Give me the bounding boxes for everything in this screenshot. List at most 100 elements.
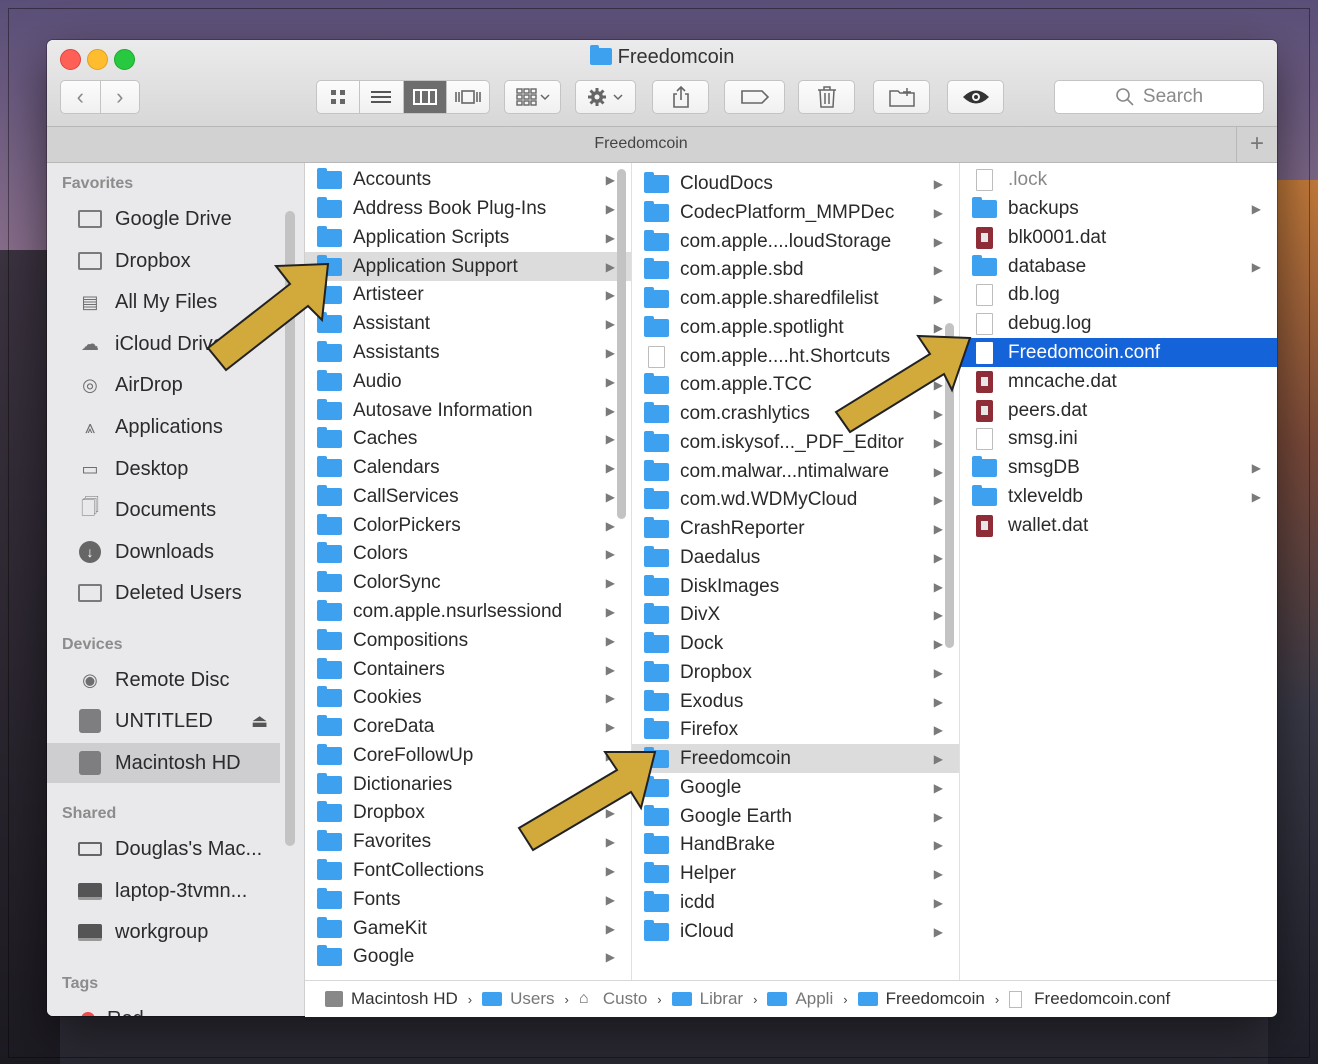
list-item[interactable]: CodecPlatform_MMPDec ▶: [632, 198, 959, 227]
list-item[interactable]: Address Book Plug-Ins ▶: [305, 194, 631, 223]
sidebar-item-laptop-3tvmn[interactable]: laptop-3tvmn...: [47, 871, 280, 911]
tab-freedomcoin[interactable]: Freedomcoin: [47, 135, 1235, 153]
list-item[interactable]: db.log: [960, 280, 1277, 309]
list-item[interactable]: backups ▶: [960, 194, 1277, 223]
list-item[interactable]: com.malwar...ntimalware ▶: [632, 457, 959, 486]
list-item[interactable]: com.wd.WDMyCloud ▶: [632, 485, 959, 514]
list-item[interactable]: iCloud ▶: [632, 917, 959, 946]
path-item-custo[interactable]: Custo: [603, 989, 647, 1009]
list-item[interactable]: mncache.dat: [960, 367, 1277, 396]
list-item-selected[interactable]: Freedomcoin ▶: [632, 744, 959, 773]
sidebar-item-google-drive[interactable]: Google Drive: [47, 199, 280, 239]
sidebar-item-applications[interactable]: ⩓ Applications: [47, 407, 280, 447]
list-item[interactable]: com.apple.sbd ▶: [632, 255, 959, 284]
list-item[interactable]: Cookies ▶: [305, 683, 631, 712]
tags-button[interactable]: [724, 80, 785, 114]
gallery-view-button[interactable]: [447, 81, 489, 113]
new-folder-button[interactable]: [873, 80, 930, 114]
list-item[interactable]: CoreData ▶: [305, 712, 631, 741]
path-item-freedomcoin-conf[interactable]: Freedomcoin.conf: [1034, 989, 1170, 1009]
list-item[interactable]: Daedalus ▶: [632, 543, 959, 572]
list-item[interactable]: FontCollections ▶: [305, 856, 631, 885]
list-item[interactable]: ColorSync ▶: [305, 568, 631, 597]
list-item[interactable]: Calendars ▶: [305, 453, 631, 482]
list-item[interactable]: CloudDocs ▶: [632, 169, 959, 198]
list-item[interactable]: peers.dat: [960, 396, 1277, 425]
new-tab-button[interactable]: +: [1236, 127, 1277, 162]
list-item[interactable]: HandBrake ▶: [632, 830, 959, 859]
list-item[interactable]: Caches ▶: [305, 424, 631, 453]
sidebar-item-tag-red[interactable]: Red: [47, 999, 280, 1016]
path-item-freedomcoin[interactable]: Freedomcoin: [886, 989, 985, 1009]
list-item-selected[interactable]: Freedomcoin.conf: [960, 338, 1277, 367]
icon-view-button[interactable]: [317, 81, 361, 113]
sidebar-item-deleted-users[interactable]: Deleted Users: [47, 573, 280, 613]
eject-icon[interactable]: ⏏: [251, 711, 268, 732]
chevron-right-icon: ▶: [605, 230, 615, 245]
list-item[interactable]: smsg.ini: [960, 424, 1277, 453]
list-item[interactable]: database ▶: [960, 252, 1277, 281]
list-item[interactable]: debug.log: [960, 309, 1277, 338]
sidebar-item-downloads[interactable]: ↓ Downloads: [47, 532, 280, 572]
action-button[interactable]: [575, 80, 636, 114]
list-item[interactable]: Helper ▶: [632, 859, 959, 888]
list-item[interactable]: Assistants ▶: [305, 338, 631, 367]
path-item-macintosh-hd[interactable]: Macintosh HD: [351, 989, 458, 1009]
cover-flow-icon: [455, 90, 481, 104]
forward-button[interactable]: ›: [101, 84, 140, 110]
list-item[interactable]: Exodus ▶: [632, 687, 959, 716]
path-item-application-support[interactable]: Appli: [795, 989, 833, 1009]
list-item[interactable]: Google Earth ▶: [632, 802, 959, 831]
list-item[interactable]: Fonts ▶: [305, 885, 631, 914]
sidebar-item-workgroup[interactable]: workgroup: [47, 912, 280, 952]
list-view-button[interactable]: [360, 81, 404, 113]
share-button[interactable]: [652, 80, 709, 114]
list-item[interactable]: Application Scripts ▶: [305, 223, 631, 252]
list-item[interactable]: Assistant ▶: [305, 309, 631, 338]
list-item[interactable]: ColorPickers ▶: [305, 511, 631, 540]
path-item-library[interactable]: Librar: [700, 989, 743, 1009]
list-item[interactable]: Dropbox ▶: [632, 658, 959, 687]
path-item-users[interactable]: Users: [510, 989, 554, 1009]
list-item[interactable]: Accounts ▶: [305, 165, 631, 194]
sidebar-item-remote-disc[interactable]: ◉ Remote Disc: [47, 660, 280, 700]
list-item[interactable]: com.apple.sharedfilelist ▶: [632, 284, 959, 313]
list-item[interactable]: Artisteer ▶: [305, 280, 631, 309]
column-view-button[interactable]: [403, 81, 447, 113]
list-item[interactable]: blk0001.dat: [960, 223, 1277, 252]
sidebar-item-douglas-mac[interactable]: Douglas's Mac...: [47, 829, 280, 869]
list-item[interactable]: Firefox ▶: [632, 715, 959, 744]
quick-look-button[interactable]: [947, 80, 1004, 114]
document-icon: [1009, 990, 1023, 1008]
list-item[interactable]: wallet.dat: [960, 511, 1277, 540]
arrange-button[interactable]: [504, 80, 561, 114]
delete-button[interactable]: [798, 80, 855, 114]
list-item[interactable]: GameKit ▶: [305, 914, 631, 943]
back-button[interactable]: ‹: [61, 84, 100, 110]
list-item[interactable]: txleveldb ▶: [960, 482, 1277, 511]
list-item[interactable]: Audio ▶: [305, 367, 631, 396]
search-field[interactable]: Search: [1054, 80, 1264, 114]
column-scrollbar[interactable]: [617, 169, 626, 519]
sidebar-item-macintosh-hd[interactable]: Macintosh HD: [47, 743, 280, 783]
list-item[interactable]: CrashReporter ▶: [632, 514, 959, 543]
list-item[interactable]: Autosave Information ▶: [305, 396, 631, 425]
list-item[interactable]: Compositions ▶: [305, 626, 631, 655]
list-item[interactable]: com.apple.nsurlsessiond ▶: [305, 597, 631, 626]
list-item[interactable]: CallServices ▶: [305, 482, 631, 511]
list-item[interactable]: com.apple....loudStorage ▶: [632, 227, 959, 256]
list-item[interactable]: .lock: [960, 165, 1277, 194]
list-item[interactable]: Dock ▶: [632, 629, 959, 658]
sidebar-item-desktop[interactable]: ▭ Desktop: [47, 449, 280, 489]
list-item[interactable]: Google ▶: [305, 942, 631, 971]
sidebar-item-documents[interactable]: 🗍 Documents: [47, 490, 280, 530]
sidebar-item-untitled[interactable]: UNTITLED ⏏: [47, 701, 280, 741]
list-item-selected[interactable]: Application Support ▶: [305, 252, 631, 281]
list-item[interactable]: DiskImages ▶: [632, 572, 959, 601]
list-item[interactable]: smsgDB ▶: [960, 453, 1277, 482]
list-item[interactable]: Google ▶: [632, 773, 959, 802]
list-item[interactable]: DivX ▶: [632, 600, 959, 629]
list-item[interactable]: Containers ▶: [305, 655, 631, 684]
list-item[interactable]: Colors ▶: [305, 539, 631, 568]
list-item[interactable]: icdd ▶: [632, 888, 959, 917]
